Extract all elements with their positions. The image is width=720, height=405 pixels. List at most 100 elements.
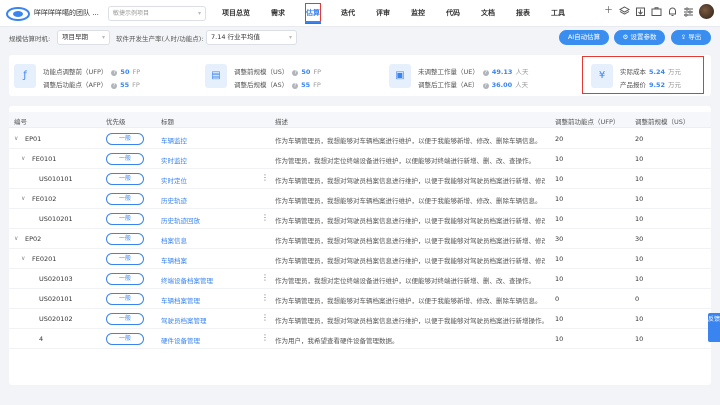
help-icon[interactable]: ? [111, 70, 118, 76]
row-title-link[interactable]: 车辆档案 [161, 255, 187, 265]
priority-badge[interactable]: 一般 [106, 193, 144, 205]
nav-item-1[interactable]: 需求 [267, 0, 289, 27]
chevron-down-icon[interactable]: ∨ [21, 195, 25, 202]
nav-item-0[interactable]: 项目总览 [218, 0, 254, 27]
column-header-id: 编号 [14, 118, 27, 126]
row-ufp: 10 [555, 255, 564, 263]
row-title-link[interactable]: 历史轨迹回放 [161, 215, 200, 225]
ue-value: 49.13 [491, 68, 513, 76]
column-header-us: 调整前规模（US） [635, 118, 690, 126]
effort-metric-card: ▣ 未调整工作量（UE）? 49.13 人天 调整后工作量（AE）? 36.00 人天 [389, 61, 569, 91]
briefcase-icon[interactable] [651, 6, 662, 17]
row-id: US020101 [39, 295, 73, 303]
priority-badge[interactable]: 一般 [106, 333, 144, 345]
table-row[interactable]: 4 一般 硬件设备管理 ⋮ 作为用户，我希望查看硬件设备管理数据。 10 10 [9, 329, 711, 349]
row-description: 作为车辆管理员，我想对驾驶员档案信息进行维护，以便于我能够对驾驶员档案进行新增、… [275, 177, 545, 185]
plus-icon[interactable]: ＋ [603, 6, 614, 17]
productivity-select[interactable]: 7.14 行业平均值 ▾ [206, 30, 297, 45]
chevron-down-icon[interactable]: ∨ [21, 155, 25, 162]
row-title-link[interactable]: 历史轨迹 [161, 195, 187, 205]
help-icon[interactable]: ? [111, 83, 118, 89]
more-vertical-icon[interactable]: ⋮ [261, 293, 269, 302]
priority-badge[interactable]: 一般 [106, 253, 144, 265]
settings-sliders-icon[interactable] [683, 6, 694, 17]
project-select[interactable]: 敏捷示例项目 ▾ [108, 6, 206, 21]
app-logo-icon[interactable] [6, 7, 30, 21]
row-title-link[interactable]: 车辆监控 [161, 135, 187, 145]
productivity-label: 软件开发生产率(人时/功能点): [116, 35, 204, 43]
ae-label: 调整后工作量（AE） [418, 81, 479, 89]
us-value: 50 [301, 68, 311, 76]
table-row[interactable]: ∨ EP01 一般 车辆监控 作为车辆管理员，我想能够对车辆档案进行维护，以便于我能够新… [9, 129, 711, 149]
row-us: 10 [635, 315, 644, 323]
row-title-link[interactable]: 驾驶员档案管理 [161, 315, 207, 325]
more-vertical-icon[interactable]: ⋮ [261, 313, 269, 322]
table-row[interactable]: US020103 一般 终端设备档案管理 ⋮ 作为管理员，我想对定位终端设备进行维护，以… [9, 269, 711, 289]
table-row[interactable]: US010101 一般 实时定位 ⋮ 作为车辆管理员，我想对驾驶员档案信息进行维护，以便… [9, 169, 711, 189]
bell-icon[interactable] [667, 6, 678, 17]
table-row[interactable]: ∨ EP02 一般 档案信息 作为车辆管理员，我想对驾驶员档案信息进行维护，以便于我能够… [9, 229, 711, 249]
column-header-desc: 描述 [275, 118, 288, 126]
nav-item-5[interactable]: 监控 [407, 0, 429, 27]
nav-item-9[interactable]: 工具 [547, 0, 569, 27]
ai-estimate-button[interactable]: AI自动估算 [559, 30, 609, 45]
row-title-link[interactable]: 硬件设备管理 [161, 335, 200, 345]
row-title-link[interactable]: 实时监控 [161, 155, 187, 165]
layers-icon[interactable] [619, 6, 630, 17]
help-icon[interactable]: ? [482, 70, 489, 76]
row-title-link[interactable]: 车辆档案管理 [161, 295, 200, 305]
nav-item-8[interactable]: 报表 [512, 0, 534, 27]
scale-timing-select[interactable]: 项目早期 ▾ [57, 30, 110, 45]
nav-item-2[interactable]: 估算 [302, 0, 324, 27]
nav-item-3[interactable]: 迭代 [337, 0, 359, 27]
row-ufp: 10 [555, 215, 564, 223]
team-switcher[interactable]: 咩咩咩咩噶的团队 ... [34, 8, 99, 18]
help-icon[interactable]: ? [292, 83, 299, 89]
as-metric: 调整后规模（AS）? 55 FP [234, 79, 321, 89]
priority-badge[interactable]: 一般 [106, 273, 144, 285]
row-title-link[interactable]: 终端设备档案管理 [161, 275, 213, 285]
chevron-down-icon[interactable]: ∨ [14, 135, 18, 142]
more-vertical-icon[interactable]: ⋮ [261, 213, 269, 222]
ae-unit: 人天 [515, 81, 529, 89]
nav-item-6[interactable]: 代码 [442, 0, 464, 27]
more-vertical-icon[interactable]: ⋮ [261, 273, 269, 282]
priority-badge[interactable]: 一般 [106, 313, 144, 325]
table-header: 编号 优先级 标题 描述 调整前功能点（UFP） 调整前规模（US） [9, 112, 711, 128]
chevron-down-icon: ▾ [288, 34, 292, 41]
settings-button[interactable]: ⚙ 设置参数 [614, 30, 665, 45]
help-icon[interactable]: ? [292, 70, 299, 76]
row-ufp: 20 [555, 135, 564, 143]
priority-badge[interactable]: 一般 [106, 293, 144, 305]
more-vertical-icon[interactable]: ⋮ [261, 173, 269, 182]
table-row[interactable]: US020101 一般 车辆档案管理 ⋮ 作为车辆管理员，我想能够对车辆档案进行维护，以… [9, 289, 711, 309]
table-row[interactable]: ∨ FE0102 一般 历史轨迹 作为车辆管理员，我想能够对车辆档案进行维护，以便于我能… [9, 189, 711, 209]
export-button[interactable]: ⇪ 导出 [671, 30, 711, 45]
row-id: US010201 [39, 215, 73, 223]
row-id: FE0101 [32, 155, 57, 163]
scale-timing-label: 规模估算时机: [9, 35, 51, 43]
row-title-link[interactable]: 实时定位 [161, 175, 187, 185]
avatar[interactable] [699, 4, 714, 19]
chevron-down-icon[interactable]: ∨ [14, 235, 18, 242]
top-navigation-bar: 咩咩咩咩噶的团队 ... 敏捷示例项目 ▾ 项目总览 需求 估算 迭代 评审 监控 代码 文档… [0, 0, 720, 27]
feedback-tab[interactable]: 反馈 [708, 313, 720, 342]
chevron-down-icon[interactable]: ∨ [21, 255, 25, 262]
more-vertical-icon[interactable]: ⋮ [261, 333, 269, 342]
export-icon[interactable] [635, 6, 646, 17]
nav-item-7[interactable]: 文档 [477, 0, 499, 27]
nav-item-4[interactable]: 评审 [372, 0, 394, 27]
priority-badge[interactable]: 一般 [106, 233, 144, 245]
table-row[interactable]: US020102 一般 驾驶员档案管理 ⋮ 作为车辆管理员，我想对驾驶员档案信息进行维护… [9, 309, 711, 329]
chevron-down-icon: ▾ [197, 10, 201, 17]
priority-badge[interactable]: 一般 [106, 133, 144, 145]
table-row[interactable]: US010201 一般 历史轨迹回放 ⋮ 作为车辆管理员，我想对驾驶员档案信息进行维护，… [9, 209, 711, 229]
row-title-link[interactable]: 档案信息 [161, 235, 187, 245]
help-icon[interactable]: ? [482, 83, 489, 89]
table-row[interactable]: ∨ FE0101 一般 实时监控 作为管理员，我想对定位终端设备进行维护，以便能够对终端… [9, 149, 711, 169]
priority-badge[interactable]: 一般 [106, 153, 144, 165]
priority-badge[interactable]: 一般 [106, 213, 144, 225]
table-row[interactable]: ∨ FE0201 一般 车辆档案 作为车辆管理员，我想对驾驶员档案信息进行维护，以便于我… [9, 249, 711, 269]
priority-badge[interactable]: 一般 [106, 173, 144, 185]
us-metric: 调整前规模（US）? 50 FP [234, 66, 321, 76]
